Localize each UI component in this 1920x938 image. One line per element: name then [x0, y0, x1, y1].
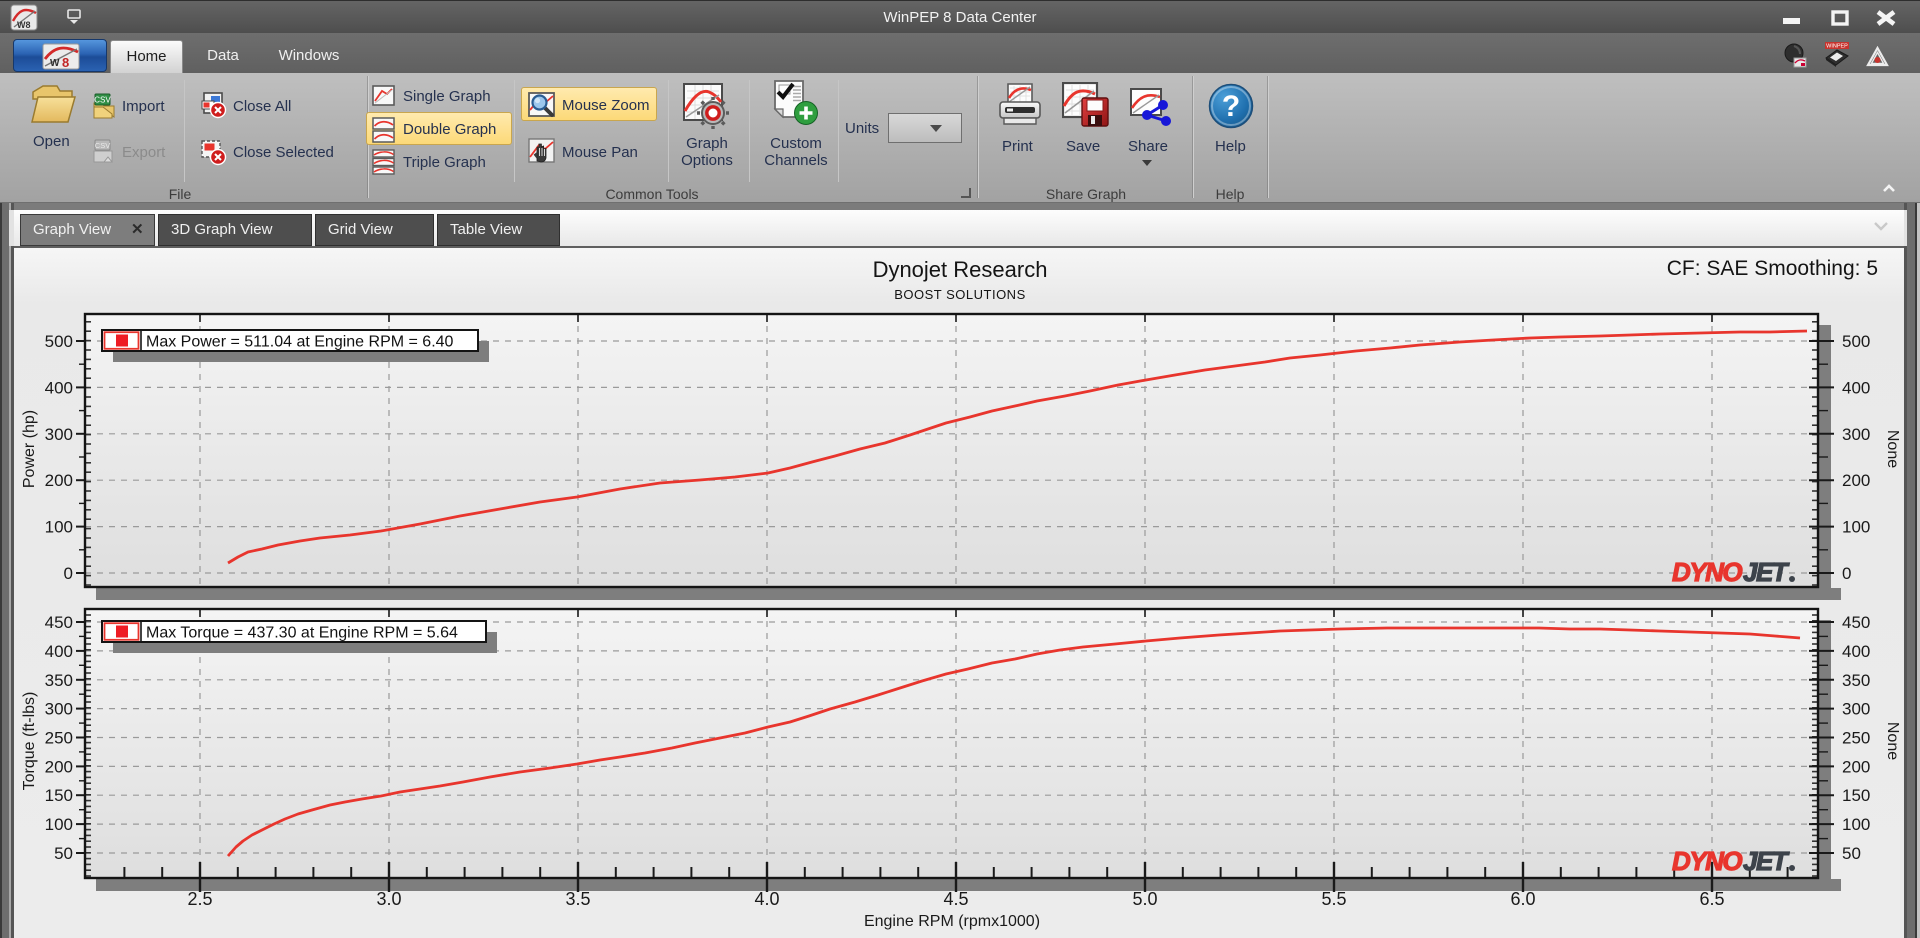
svg-text:4.0: 4.0: [754, 889, 779, 909]
svg-text:400: 400: [1842, 642, 1870, 661]
svg-text:100: 100: [45, 518, 73, 537]
svg-text:150: 150: [45, 786, 73, 805]
svg-text:400: 400: [1842, 378, 1870, 397]
svg-text:300: 300: [1842, 425, 1870, 444]
svg-text:Power (hp): Power (hp): [21, 410, 38, 488]
svg-text:Torque (ft-lbs): Torque (ft-lbs): [21, 692, 38, 791]
svg-text:JET: JET: [1743, 557, 1790, 587]
svg-text:Engine RPM (rpmx1000): Engine RPM (rpmx1000): [864, 913, 1040, 930]
svg-text:250: 250: [45, 729, 73, 748]
svg-text:400: 400: [45, 642, 73, 661]
svg-text:500: 500: [1842, 332, 1870, 351]
svg-text:450: 450: [1842, 613, 1870, 632]
svg-text:0: 0: [1842, 564, 1851, 583]
svg-text:Max Torque = 437.30 at Engine: Max Torque = 437.30 at Engine RPM = 5.64: [146, 625, 458, 642]
svg-text:5.0: 5.0: [1132, 889, 1157, 909]
svg-text:5.5: 5.5: [1321, 889, 1346, 909]
svg-text:300: 300: [45, 425, 73, 444]
svg-text:250: 250: [1842, 729, 1870, 748]
svg-text:100: 100: [1842, 518, 1870, 537]
svg-text:500: 500: [45, 332, 73, 351]
svg-text:0: 0: [64, 564, 73, 583]
svg-text:200: 200: [45, 757, 73, 776]
svg-text:300: 300: [45, 700, 73, 719]
svg-text:DYNO: DYNO: [1672, 846, 1742, 876]
svg-text:50: 50: [54, 844, 73, 863]
svg-text:200: 200: [45, 471, 73, 490]
svg-text:100: 100: [45, 815, 73, 834]
svg-text:300: 300: [1842, 700, 1870, 719]
svg-text:100: 100: [1842, 815, 1870, 834]
svg-text:6.0: 6.0: [1510, 889, 1535, 909]
svg-text:None: None: [1884, 722, 1901, 760]
svg-text:350: 350: [45, 671, 73, 690]
svg-text:450: 450: [45, 613, 73, 632]
svg-text:6.5: 6.5: [1699, 889, 1724, 909]
svg-text:None: None: [1884, 430, 1901, 468]
svg-text:2.5: 2.5: [187, 889, 212, 909]
svg-text:DYNO: DYNO: [1672, 557, 1742, 587]
svg-text:400: 400: [45, 378, 73, 397]
svg-text:350: 350: [1842, 671, 1870, 690]
svg-text:JET: JET: [1743, 846, 1790, 876]
svg-text:200: 200: [1842, 757, 1870, 776]
svg-text:3.0: 3.0: [376, 889, 401, 909]
svg-text:Max Power = 511.04 at Engine R: Max Power = 511.04 at Engine RPM = 6.40: [146, 334, 454, 351]
svg-text:200: 200: [1842, 471, 1870, 490]
svg-text:3.5: 3.5: [565, 889, 590, 909]
svg-text:150: 150: [1842, 786, 1870, 805]
svg-text:4.5: 4.5: [943, 889, 968, 909]
svg-text:50: 50: [1842, 844, 1861, 863]
